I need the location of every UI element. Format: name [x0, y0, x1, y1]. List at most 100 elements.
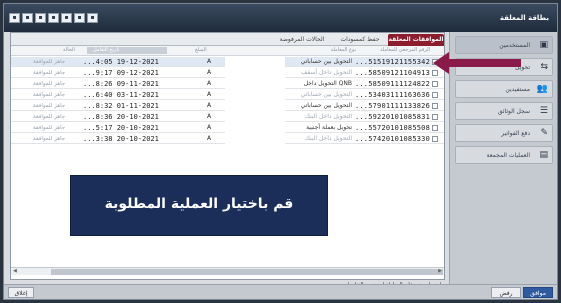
tab-bar: الموافقات المعلقة حفظ كمسودات الحالات ال…: [11, 33, 444, 46]
cell-status: جاهز للموافقة: [33, 125, 66, 131]
cell-amount: A: [207, 69, 212, 76]
pending-approvals-panel: الموافقات المعلقة حفظ كمسودات الحالات ال…: [10, 32, 445, 280]
cell-datetime: ...9:17 09-12-2021: [83, 69, 159, 77]
cell-type: التحويل داخل QNB: [303, 80, 352, 87]
tab-drafts[interactable]: حفظ كمسودات: [334, 34, 386, 46]
app-window: ▪ ▪ ▪ ▪ ▪ ▪ ▪ بطاقة المعلقة الموافقات ال…: [3, 3, 558, 300]
sidebar-item-label: سجل الوثائق: [497, 108, 530, 115]
sidebar-item-label: مستفيدين: [505, 86, 530, 93]
cell-datetime: ...3:38 20-10-2021: [83, 135, 159, 143]
masked-cell: [225, 79, 285, 89]
masked-cell: [225, 90, 285, 100]
cell-status: جاهز للموافقة: [33, 81, 66, 87]
table-row[interactable]: ...55720101085508 تحويل بعملة أجنبية A ...5…: [11, 123, 444, 133]
cell-status: جاهز للموافقة: [33, 114, 66, 120]
column-header-type[interactable]: نوع المعاملة: [331, 47, 356, 53]
row-checkbox[interactable]: [432, 92, 438, 98]
window-button-7[interactable]: ▪: [87, 13, 98, 23]
cell-datetime: ...8:26 09-11-2021: [83, 80, 159, 88]
bottom-action-bar: إغلاق رفض موافق: [4, 284, 557, 299]
cell-ref: ...58509121104913: [354, 69, 430, 77]
masked-cell: [225, 112, 285, 122]
row-checkbox[interactable]: [432, 125, 438, 131]
cell-type: التحويل داخل أسقف: [301, 69, 352, 76]
close-button[interactable]: إغلاق: [8, 287, 34, 298]
cell-ref: ...51519121155342: [354, 58, 430, 66]
table-row[interactable]: ...57901111133826 التحويل بين حساباتي A...…: [11, 101, 444, 111]
cell-ref: ...55720101085508: [354, 124, 430, 132]
bill-icon: ✎: [540, 128, 548, 138]
cell-type: التحويل داخل البنك: [304, 113, 352, 120]
users-icon: 👥: [536, 84, 548, 94]
cell-status: جاهز للموافقة: [33, 92, 66, 98]
window-button-2[interactable]: ▪: [22, 13, 33, 23]
cell-status: جاهز للموافقة: [33, 103, 66, 109]
column-header-ref[interactable]: الرقم المرجعي للمعاملة: [380, 47, 430, 53]
cell-amount: A: [207, 102, 212, 109]
cell-type: التحويل داخل البنك: [304, 135, 352, 142]
table-row[interactable]: ...58509121104913 التحويل داخل أسقف A ...9:…: [11, 68, 444, 78]
tab-rejected[interactable]: الحالات المرفوضة: [272, 34, 332, 46]
window-button-1[interactable]: ▪: [9, 13, 20, 23]
window-controls: ▪ ▪ ▪ ▪ ▪ ▪ ▪: [9, 13, 98, 23]
row-checkbox[interactable]: [432, 136, 438, 142]
sidebar-item-label: المستخدمين: [499, 42, 530, 49]
window-button-4[interactable]: ▪: [48, 13, 59, 23]
column-header-amount[interactable]: المبلغ: [195, 47, 207, 53]
cell-ref: ...57420101085330: [354, 135, 430, 143]
tab-pending-approvals[interactable]: الموافقات المعلقة: [388, 34, 444, 46]
cell-type: التحويل بين حساباتي: [300, 91, 352, 98]
cell-type: تحويل بعملة أجنبية: [306, 124, 352, 131]
instruction-text: قم باختيار العملية المطلوبة: [104, 196, 294, 212]
table-row[interactable]: ...57420101085330 التحويل داخل البنك A ...3…: [11, 134, 444, 144]
cell-status: جاهز للموافقة: [33, 70, 66, 76]
approve-button[interactable]: موافق: [523, 287, 553, 298]
row-checkbox[interactable]: [432, 114, 438, 120]
sidebar-item-beneficiaries[interactable]: 👥 مستفيدين: [455, 80, 553, 98]
sidebar-item-log[interactable]: ☰ سجل الوثائق: [455, 102, 553, 120]
scroll-right-icon[interactable]: ▶: [438, 268, 442, 274]
cell-datetime: ...4:05 19-12-2021: [83, 58, 159, 66]
scroll-left-icon[interactable]: ◀: [13, 268, 17, 274]
table-row[interactable]: ...51519121155342 التحويل بين حساباتي A...…: [11, 57, 444, 67]
masked-cell: [225, 123, 285, 133]
window-button-6[interactable]: ▪: [74, 13, 85, 23]
cell-datetime: ...8:36 20-10-2021: [83, 113, 159, 121]
transfer-icon: ⇆: [540, 62, 548, 72]
window-button-3[interactable]: ▪: [35, 13, 46, 23]
cell-datetime: ...6:40 03-11-2021: [83, 91, 159, 99]
row-checkbox[interactable]: [432, 103, 438, 109]
sidebar-item-label: العمليات المجمعة: [486, 152, 530, 159]
cell-amount: A: [207, 58, 212, 65]
cell-status: جاهز للموافقة: [33, 136, 66, 142]
column-header-status[interactable]: الحالة: [63, 47, 75, 53]
cell-ref: ...59220101085831: [354, 113, 430, 121]
masked-cell: [225, 101, 285, 111]
cell-type: التحويل بين حساباتي: [300, 102, 352, 109]
row-checkbox[interactable]: [432, 81, 438, 87]
masked-cell: [225, 134, 285, 144]
table-row[interactable]: ...58509111124822 التحويل داخل QNB A ...8:2…: [11, 79, 444, 89]
masked-cell: [225, 68, 285, 78]
cell-amount: A: [207, 124, 212, 131]
bulk-icon: ▤: [539, 150, 548, 160]
window-button-5[interactable]: ▪: [61, 13, 72, 23]
cell-amount: A: [207, 91, 212, 98]
scroll-thumb[interactable]: [51, 269, 443, 275]
pointer-arrow-icon: [433, 52, 521, 74]
log-icon: ☰: [539, 106, 548, 116]
table-row[interactable]: ...59220101085831 التحويل داخل البنك A ...8…: [11, 112, 444, 122]
masked-cell: [225, 57, 285, 67]
cell-type: التحويل بين حساباتي: [300, 58, 352, 65]
column-header-datetime[interactable]: تاريخ التعامل: [93, 47, 119, 53]
title-bar: ▪ ▪ ▪ ▪ ▪ ▪ ▪ بطاقة المعلقة: [4, 4, 557, 32]
grid-header: الرقم المرجعي للمعاملة نوع المعاملة المب…: [11, 46, 444, 56]
sidebar-item-bills[interactable]: ✎ دفع الفواتير: [455, 124, 553, 142]
reject-button[interactable]: رفض: [491, 287, 521, 298]
cell-ref: ...58509111124822: [354, 80, 430, 88]
cell-amount: A: [207, 135, 212, 142]
table-row[interactable]: ...53403111163636 التحويل بين حساباتي A...…: [11, 90, 444, 100]
sidebar-item-bulk[interactable]: ▤ العمليات المجمعة: [455, 146, 553, 164]
horizontal-scrollbar[interactable]: ◀ ▶: [11, 267, 444, 275]
sidebar-item-label: دفع الفواتير: [501, 130, 530, 137]
